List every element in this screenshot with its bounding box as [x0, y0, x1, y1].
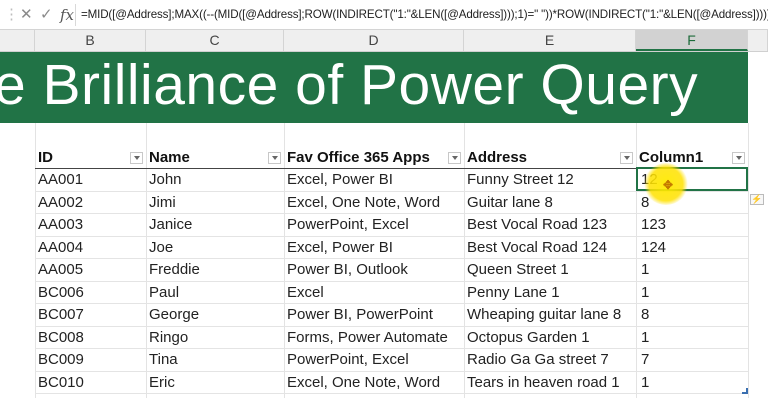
- cell-fav-apps[interactable]: Excel, Power BI: [284, 236, 464, 259]
- cell-id[interactable]: BC010: [35, 371, 146, 394]
- cell-column1[interactable]: 1: [636, 326, 748, 349]
- fill-cursor-icon: ✥: [663, 178, 674, 192]
- header-id[interactable]: ID: [35, 146, 146, 169]
- table-resize-handle[interactable]: [742, 388, 748, 394]
- cell-name[interactable]: Eric: [146, 371, 284, 394]
- formula-bar-grip-icon[interactable]: ⋮: [4, 6, 19, 24]
- table-row: AA005 Freddie Power BI, Outlook Queen Stree…: [35, 258, 748, 282]
- cell-id[interactable]: AA005: [35, 258, 146, 282]
- formula-input[interactable]: =MID([@Address];MAX((--(MID([@Address];R…: [81, 7, 768, 23]
- cell-column1[interactable]: 7: [636, 348, 748, 372]
- formula-bar: ⋮ ✕ ✓ fx =MID([@Address];MAX((--(MID([@A…: [0, 0, 768, 30]
- cell-address[interactable]: Guitar lane 8: [464, 191, 636, 214]
- formula-bar-divider: [75, 4, 76, 26]
- column-header-G[interactable]: [748, 30, 768, 51]
- cell-fav-apps[interactable]: PowerPoint, Excel: [284, 348, 464, 372]
- header-label: Address: [467, 148, 528, 166]
- cell-name[interactable]: Freddie: [146, 258, 284, 282]
- gridline: [748, 123, 749, 398]
- cell-address[interactable]: Best Vocal Road 124: [464, 236, 636, 259]
- header-label: ID: [38, 148, 53, 166]
- cell-fav-apps[interactable]: PowerPoint, Excel: [284, 213, 464, 237]
- close-icon[interactable]: ✕: [20, 6, 33, 24]
- column-header-E[interactable]: E: [464, 30, 636, 51]
- cell-id[interactable]: BC006: [35, 281, 146, 304]
- table-row: AA003 Janice PowerPoint, Excel Best Vocal R…: [35, 213, 748, 237]
- table-row: BC010 Eric Excel, One Note, Word Tears in h…: [35, 371, 748, 394]
- filter-dropdown-icon[interactable]: [448, 152, 461, 164]
- cell-name[interactable]: Paul: [146, 281, 284, 304]
- cell-column1[interactable]: 1: [636, 371, 748, 394]
- cell-name[interactable]: Joe: [146, 236, 284, 259]
- table-header-row: ID Name Fav Office 365 Apps Address Colu…: [35, 146, 748, 169]
- banner-title: e Brilliance of Power Query: [0, 53, 699, 117]
- cell-address[interactable]: Funny Street 12: [464, 168, 636, 192]
- cell-address[interactable]: Queen Street 1: [464, 258, 636, 282]
- filter-dropdown-icon[interactable]: [130, 152, 143, 164]
- title-banner: e Brilliance of Power Query: [0, 52, 768, 123]
- column-header-A[interactable]: [0, 30, 35, 51]
- insert-function-button[interactable]: fx: [60, 6, 74, 24]
- cell-address[interactable]: Wheaping guitar lane 8: [464, 303, 636, 327]
- cell-name[interactable]: Ringo: [146, 326, 284, 349]
- cell-column1[interactable]: 124: [636, 236, 748, 259]
- cell-address[interactable]: Octopus Garden 1: [464, 326, 636, 349]
- table-row: AA002 Jimi Excel, One Note, Word Guitar lan…: [35, 191, 748, 214]
- cell-name[interactable]: John: [146, 168, 284, 192]
- cell-fav-apps[interactable]: Excel: [284, 281, 464, 304]
- cell-column1[interactable]: 1: [636, 281, 748, 304]
- autofill-options-icon[interactable]: ⚡: [750, 194, 764, 205]
- table-row: BC006 Paul Excel Penny Lane 11: [35, 281, 748, 304]
- header-column1[interactable]: Column1: [636, 146, 748, 169]
- cell-id[interactable]: AA003: [35, 213, 146, 237]
- cell-id[interactable]: BC008: [35, 326, 146, 349]
- cell-id[interactable]: AA001: [35, 168, 146, 192]
- cell-column1[interactable]: 123: [636, 213, 748, 237]
- table-row: BC009 Tina PowerPoint, Excel Radio Ga Ga st…: [35, 348, 748, 372]
- cell-id[interactable]: BC009: [35, 348, 146, 372]
- banner-edge: [748, 52, 768, 123]
- cell-fav-apps[interactable]: Excel, Power BI: [284, 168, 464, 192]
- cell-address[interactable]: Best Vocal Road 123: [464, 213, 636, 237]
- cell-column1[interactable]: 1: [636, 258, 748, 282]
- cell-id[interactable]: AA004: [35, 236, 146, 259]
- column-header-F[interactable]: F: [636, 30, 748, 51]
- cell-fav-apps[interactable]: Excel, One Note, Word: [284, 371, 464, 394]
- cell-name[interactable]: George: [146, 303, 284, 327]
- cell-fav-apps[interactable]: Excel, One Note, Word: [284, 191, 464, 214]
- cell-address[interactable]: Tears in heaven road 1: [464, 371, 636, 394]
- filter-dropdown-icon[interactable]: [268, 152, 281, 164]
- header-label: Fav Office 365 Apps: [287, 148, 430, 166]
- header-name[interactable]: Name: [146, 146, 284, 169]
- filter-dropdown-icon[interactable]: [620, 152, 633, 164]
- cell-address[interactable]: Penny Lane 1: [464, 281, 636, 304]
- column-header-C[interactable]: C: [146, 30, 284, 51]
- table-row: AA004 Joe Excel, Power BI Best Vocal Road 1…: [35, 236, 748, 259]
- cell-name[interactable]: Tina: [146, 348, 284, 372]
- cell-address[interactable]: Radio Ga Ga street 7: [464, 348, 636, 372]
- cell-name[interactable]: Janice: [146, 213, 284, 237]
- column-header-row: B C D E F: [0, 30, 768, 52]
- cell-fav-apps[interactable]: Power BI, Outlook: [284, 258, 464, 282]
- table-row: BC007 George Power BI, PowerPoint Wheaping …: [35, 303, 748, 327]
- column-header-B[interactable]: B: [35, 30, 146, 51]
- cell-fav-apps[interactable]: Forms, Power Automate: [284, 326, 464, 349]
- cell-id[interactable]: BC007: [35, 303, 146, 327]
- check-icon[interactable]: ✓: [40, 6, 53, 24]
- header-fav-apps[interactable]: Fav Office 365 Apps: [284, 146, 464, 169]
- filter-dropdown-icon[interactable]: [732, 152, 745, 164]
- cell-fav-apps[interactable]: Power BI, PowerPoint: [284, 303, 464, 327]
- header-label: Name: [149, 148, 190, 166]
- column-header-D[interactable]: D: [284, 30, 464, 51]
- cell-column1[interactable]: 8: [636, 303, 748, 327]
- cell-id[interactable]: AA002: [35, 191, 146, 214]
- table-row: BC008 Ringo Forms, Power Automate Octopus G…: [35, 326, 748, 349]
- cell-name[interactable]: Jimi: [146, 191, 284, 214]
- header-address[interactable]: Address: [464, 146, 636, 169]
